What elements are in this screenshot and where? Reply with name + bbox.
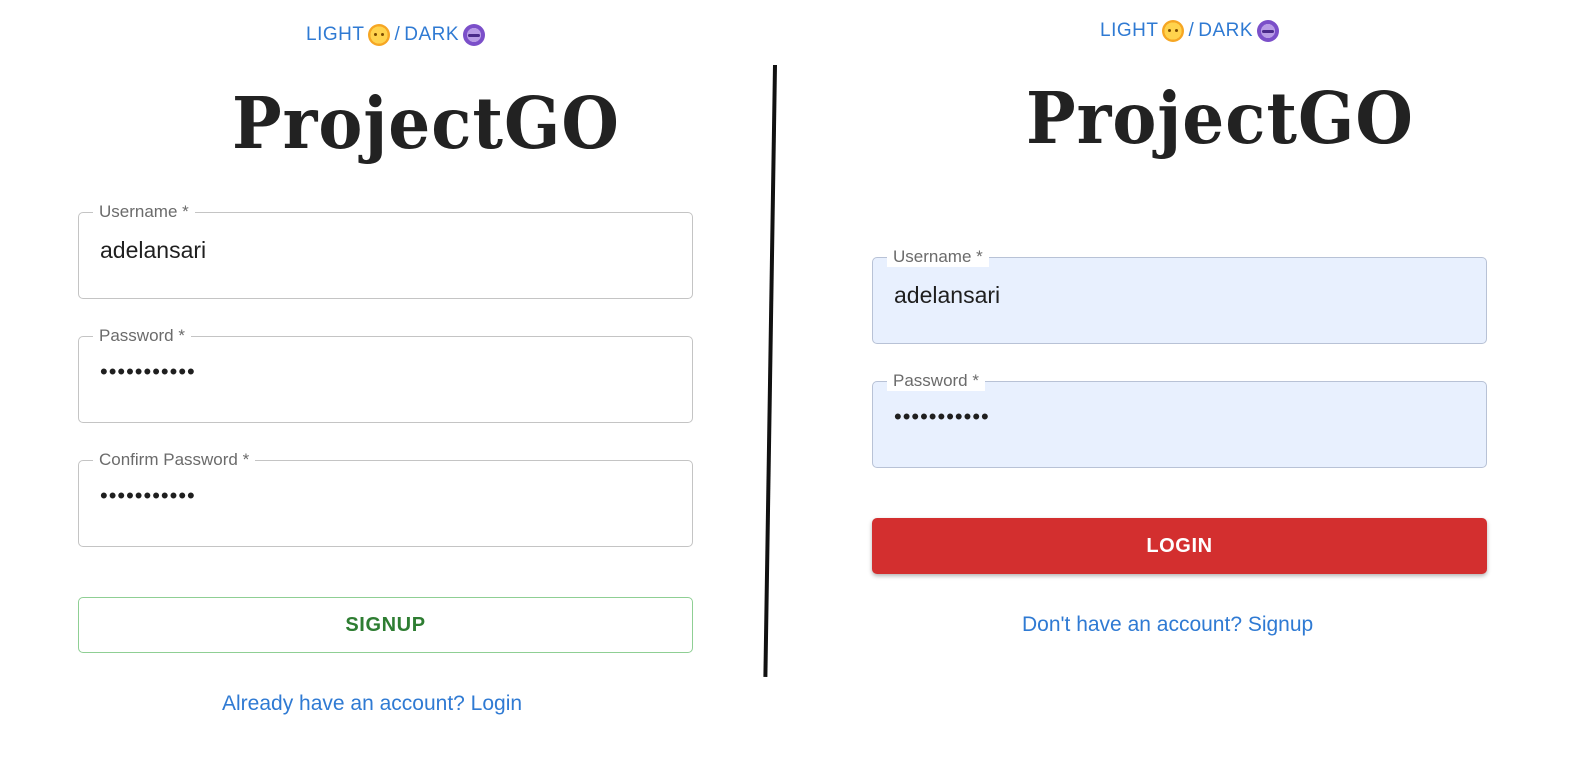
password-value[interactable]: •••••••••••	[894, 404, 990, 430]
moon-icon	[463, 24, 486, 46]
sun-icon	[1162, 20, 1185, 42]
password-label: Password *	[887, 371, 985, 391]
password-field[interactable]: Password * •••••••••••	[78, 326, 693, 423]
username-field[interactable]: Username * adelansari	[78, 202, 693, 299]
login-link[interactable]: Already have an account? Login	[222, 692, 522, 716]
comparison-canvas: LIGHT / DARK ProjectGO Username * adelan…	[0, 0, 1578, 768]
login-button[interactable]: LOGIN	[872, 518, 1487, 574]
signup-button[interactable]: SIGNUP	[78, 597, 693, 653]
confirm-password-label: Confirm Password *	[93, 450, 256, 470]
password-field[interactable]: Password * •••••••••••	[872, 371, 1487, 468]
theme-toggle[interactable]: LIGHT / DARK	[1100, 20, 1280, 42]
signup-link[interactable]: Don't have an account? Signup	[1022, 613, 1313, 637]
moon-icon	[1257, 20, 1280, 42]
password-label: Password *	[93, 326, 191, 346]
username-label: Username *	[93, 202, 195, 222]
theme-separator: /	[394, 24, 401, 45]
username-label: Username *	[887, 247, 989, 267]
light-mode-label[interactable]: LIGHT	[306, 24, 364, 46]
confirm-password-field[interactable]: Confirm Password * •••••••••••	[78, 450, 693, 547]
light-mode-label[interactable]: LIGHT	[1100, 20, 1158, 42]
dark-mode-label[interactable]: DARK	[404, 24, 459, 46]
username-value[interactable]: adelansari	[100, 237, 206, 264]
theme-toggle[interactable]: LIGHT / DARK	[306, 24, 486, 46]
sun-icon	[368, 24, 391, 46]
password-value[interactable]: •••••••••••	[100, 359, 196, 385]
panel-divider	[763, 64, 777, 677]
app-logo: ProjectGO	[1026, 75, 1414, 161]
dark-mode-label[interactable]: DARK	[1198, 20, 1253, 42]
username-field[interactable]: Username * adelansari	[872, 247, 1487, 344]
theme-separator: /	[1188, 20, 1195, 41]
confirm-password-value[interactable]: •••••••••••	[100, 483, 196, 509]
username-value[interactable]: adelansari	[894, 282, 1000, 309]
app-logo: ProjectGO	[232, 80, 620, 166]
